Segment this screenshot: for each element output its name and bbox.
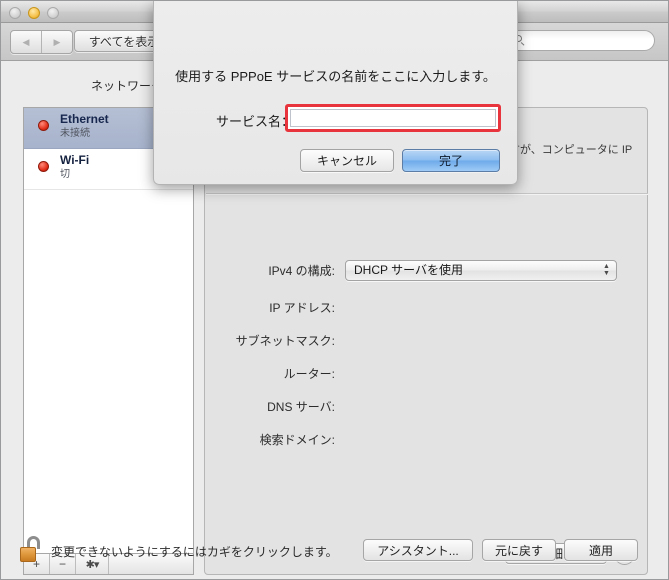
field-label: ルーター: <box>283 367 335 381</box>
assistant-button[interactable]: アシスタント... <box>363 539 473 561</box>
field-row-dns-server: DNS サーバ: <box>205 396 647 418</box>
cancel-button[interactable]: キャンセル <box>300 149 394 172</box>
service-name-input[interactable] <box>290 109 496 127</box>
chevron-updown-icon: ▲ ▼ <box>603 263 610 277</box>
field-row-search-domains: 検索ドメイン: <box>205 429 647 451</box>
field-row-ipv4-config: IPv4 の構成: DHCP サーバを使用 ▲ ▼ <box>205 260 647 282</box>
status-indicator-icon <box>38 120 49 131</box>
forward-button[interactable]: ▶ <box>41 31 72 53</box>
sheet-message: 使用する PPPoE サービスの名前をここに入力します。 <box>175 69 496 84</box>
field-row-ip-address: IP アドレス: <box>205 297 647 319</box>
field-row-router: ルーター: <box>205 363 647 385</box>
field-label: IP アドレス: <box>269 301 335 315</box>
revert-button[interactable]: 元に戻す <box>482 539 556 561</box>
ipv4-config-selected-value: DHCP サーバを使用 <box>354 263 463 277</box>
lock-message: 変更できないようにするにはカギをクリックします。 <box>51 545 338 559</box>
ipv4-config-popup[interactable]: DHCP サーバを使用 ▲ ▼ <box>345 260 617 281</box>
service-name-field-highlight <box>285 104 501 132</box>
search-input[interactable] <box>530 33 644 48</box>
bottom-bar: 変更できないようにするにはカギをクリックします。 アシスタント... 元に戻す … <box>1 527 668 579</box>
field-label: サブネットマスク: <box>235 334 335 348</box>
field-label: DNS サーバ: <box>267 400 335 414</box>
pppoe-service-name-sheet: 使用する PPPoE サービスの名前をここに入力します。 サービス名： キャンセ… <box>153 1 518 185</box>
panel-separator <box>206 193 648 195</box>
apply-button[interactable]: 適用 <box>564 539 638 561</box>
done-button[interactable]: 完了 <box>402 149 500 172</box>
service-name-label: サービス名： <box>215 114 294 129</box>
unlocked-padlock-icon[interactable] <box>20 536 42 562</box>
padlock-body <box>20 547 36 562</box>
search-field[interactable] <box>507 30 655 51</box>
network-preferences-window: ネットワーク ◀ ▶ すべてを表示 ネットワーク環境: Ethernet 未接続 <box>0 0 669 580</box>
back-button[interactable]: ◀ <box>11 31 41 53</box>
field-row-subnet-mask: サブネットマスク: <box>205 330 647 352</box>
field-label: IPv4 の構成: <box>268 264 335 278</box>
status-indicator-icon <box>38 161 49 172</box>
navigation-segmented-control[interactable]: ◀ ▶ <box>10 30 73 54</box>
field-label: 検索ドメイン: <box>259 433 335 447</box>
